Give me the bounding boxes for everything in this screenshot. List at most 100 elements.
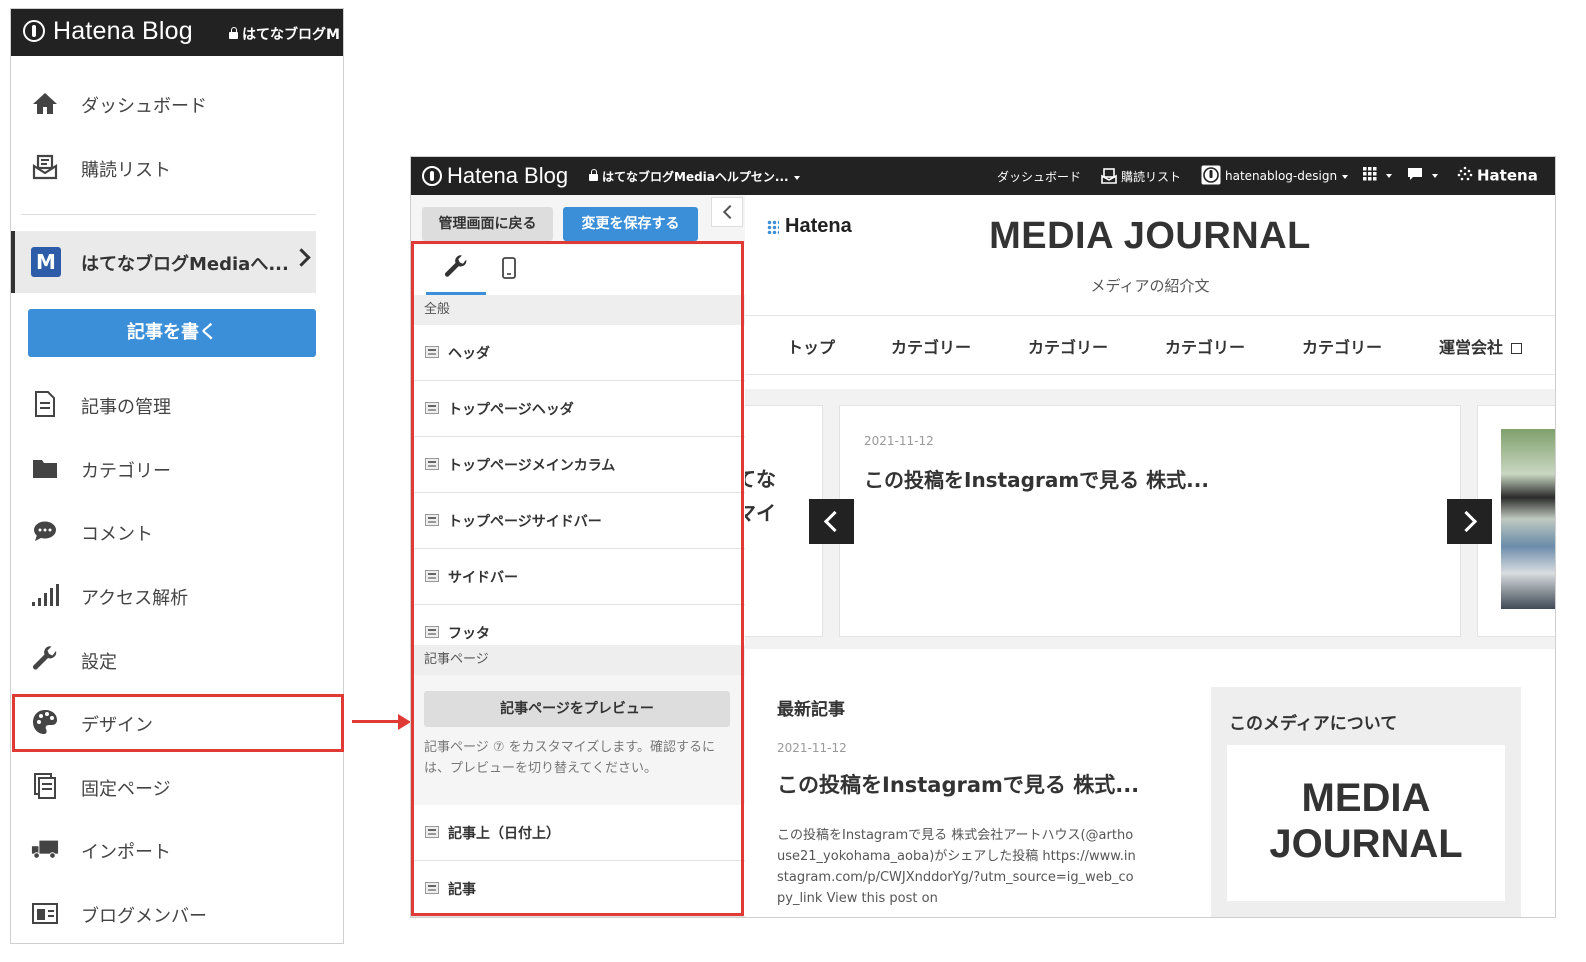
customize-item-label: トップページヘッダ (448, 402, 574, 418)
slide-partial-line: マイ (745, 501, 776, 525)
layout-icon (425, 402, 439, 414)
admin-topbar: Hatena Blog はてなブログM (11, 9, 343, 56)
notifications-menu[interactable] (1407, 167, 1438, 184)
nav-category-link[interactable]: カテゴリー (1302, 334, 1382, 358)
subscription-icon (31, 153, 59, 181)
save-changes-button[interactable]: 変更を保存する (563, 207, 698, 241)
nav-import[interactable]: インポート (11, 827, 343, 871)
nav-blog-members[interactable]: ブログメンバー (11, 891, 343, 935)
customize-item-header[interactable]: ヘッダ (411, 325, 745, 381)
nav-article-management[interactable]: 記事の管理 (11, 382, 343, 426)
customize-item-top-header[interactable]: トップページヘッダ (411, 381, 745, 437)
blog-name: はてなブログMediaヘルプセン... (602, 170, 789, 184)
hatena-brand[interactable]: Hatena (767, 215, 852, 238)
hatena-blog-logo[interactable]: Hatena Blog (53, 17, 193, 46)
topbar-dashboard-link[interactable]: ダッシュボード (997, 168, 1081, 185)
nav-settings[interactable]: 設定 (11, 637, 343, 681)
nav-category-link[interactable]: カテゴリー (891, 334, 971, 358)
customize-item-label: サイドバー (448, 570, 518, 586)
sidebar-logo-card: MEDIA JOURNAL (1227, 745, 1505, 901)
truck-icon (31, 835, 59, 863)
hatena-blog-logo-icon[interactable] (23, 20, 45, 42)
nav-blog-members-label: ブログメンバー (81, 906, 207, 927)
nav-fixed-pages-label: 固定ページ (81, 779, 171, 800)
hatena-label: Hatena (1477, 166, 1538, 185)
blog-name-dropdown[interactable]: はてなブログMediaヘルプセン... (589, 168, 800, 185)
bar-chart-icon (31, 581, 59, 609)
customize-item-label: トップページメインカラム (448, 458, 616, 474)
hatena-link[interactable]: Hatena (1457, 166, 1538, 186)
hatena-dots-icon (767, 219, 779, 234)
hatena-blog-logo[interactable]: Hatena Blog (447, 163, 568, 189)
collapse-panel-button[interactable] (711, 197, 743, 227)
blog-selector[interactable]: M はてなブログMediaへ... (11, 231, 316, 293)
preview-help-text: 記事ページ ⑦ をカスタマイズします。確認するには、プレビューを切り替えてくださ… (424, 740, 715, 776)
layout-icon (425, 346, 439, 358)
blog-badge: M (31, 247, 61, 277)
post-excerpt: この投稿をInstagramで見る 株式会社アートハウス(@arthouse21… (777, 828, 1136, 906)
back-to-admin-button[interactable]: 管理画面に戻る (422, 207, 553, 241)
caret-down-icon (1432, 173, 1438, 178)
nav-fixed-pages[interactable]: 固定ページ (11, 764, 343, 808)
customize-item-label: ヘッダ (448, 346, 490, 362)
write-article-button[interactable]: 記事を書く (28, 309, 316, 357)
subscription-icon (1101, 168, 1117, 187)
tab-pc-customize[interactable] (426, 245, 486, 295)
nav-comment-label: コメント (81, 524, 153, 545)
slide-title[interactable]: この投稿をInstagramで見る 株式... (864, 464, 1209, 493)
admin-sidebar: Hatena Blog はてなブログM ダッシュボード 購読リスト M はてなブ… (10, 8, 344, 944)
customize-item-label: トップページサイドバー (448, 514, 602, 530)
nav-comment[interactable]: コメント (11, 509, 343, 553)
topbar-subscriptions-label: 購読リスト (1121, 170, 1182, 184)
preview-article-page-button[interactable]: 記事ページをプレビュー (424, 691, 730, 727)
customize-item-top-main-column[interactable]: トップページメインカラム (411, 437, 745, 493)
tab-smartphone[interactable] (479, 245, 539, 295)
nav-access-analysis[interactable]: アクセス解析 (11, 573, 343, 617)
customize-item-article[interactable]: 記事 (411, 861, 745, 917)
blog-description: メディアの紹介文 (1090, 277, 1210, 295)
blog-selector-label: はてなブログMediaへ... (81, 254, 289, 275)
nav-dashboard[interactable]: ダッシュボード (11, 81, 343, 125)
slide-partial-line: てな (745, 467, 776, 491)
customize-item-label: 記事上（日付上） (448, 826, 560, 842)
chevron-right-icon (292, 248, 311, 267)
blog-name-dropdown[interactable]: はてなブログM (229, 24, 340, 44)
pages-icon (31, 772, 59, 800)
global-topbar: Hatena Blog はてなブログMediaヘルプセン... ダッシュボード … (411, 157, 1555, 195)
hatena-dots-icon (1457, 166, 1473, 186)
blog-title[interactable]: MEDIA JOURNAL (925, 215, 1375, 258)
topbar-subscriptions-link[interactable]: 購読リスト (1101, 168, 1181, 187)
nav-top-link[interactable]: トップ (787, 334, 835, 358)
nav-category-link[interactable]: カテゴリー (1165, 334, 1245, 358)
slider-prev-button[interactable] (809, 499, 854, 544)
layout-icon (425, 626, 439, 638)
layout-icon (425, 458, 439, 470)
slide-card-current[interactable]: 2021-11-12 この投稿をInstagramで見る 株式... (839, 405, 1461, 637)
media-journal-logo: MEDIA JOURNAL (1227, 775, 1505, 867)
slide-date: 2021-11-12 (864, 434, 934, 448)
slide-photo-thumbnail[interactable] (1501, 429, 1555, 609)
nav-company-link[interactable]: 運営会社 (1439, 334, 1523, 358)
hatena-brand-label: Hatena (785, 215, 852, 237)
apps-menu[interactable] (1363, 167, 1392, 184)
nav-article-management-label: 記事の管理 (81, 397, 171, 418)
design-highlight-box (12, 694, 344, 752)
layout-icon (425, 514, 439, 526)
member-icon (31, 899, 59, 927)
nav-company-label: 運営会社 (1439, 338, 1504, 357)
wrench-icon (31, 645, 59, 673)
customize-item-sidebar[interactable]: サイドバー (411, 549, 745, 605)
post-title[interactable]: この投稿をInstagramで見る 株式... (777, 769, 1139, 799)
divider (21, 214, 316, 215)
external-link-icon (1511, 343, 1523, 354)
hatena-blog-logo-icon[interactable] (422, 166, 442, 186)
nav-subscriptions[interactable]: 購読リスト (11, 145, 343, 189)
nav-category[interactable]: カテゴリー (11, 446, 343, 490)
topbar-user-menu[interactable]: hatenablog-design (1201, 165, 1349, 188)
nav-category-link[interactable]: カテゴリー (1028, 334, 1108, 358)
user-avatar-icon (1201, 165, 1221, 188)
slider-next-button[interactable] (1447, 499, 1492, 544)
customize-item-article-above-date[interactable]: 記事上（日付上） (411, 805, 745, 861)
customize-item-top-sidebar[interactable]: トップページサイドバー (411, 493, 745, 549)
logo-line: MEDIA (1301, 776, 1431, 820)
